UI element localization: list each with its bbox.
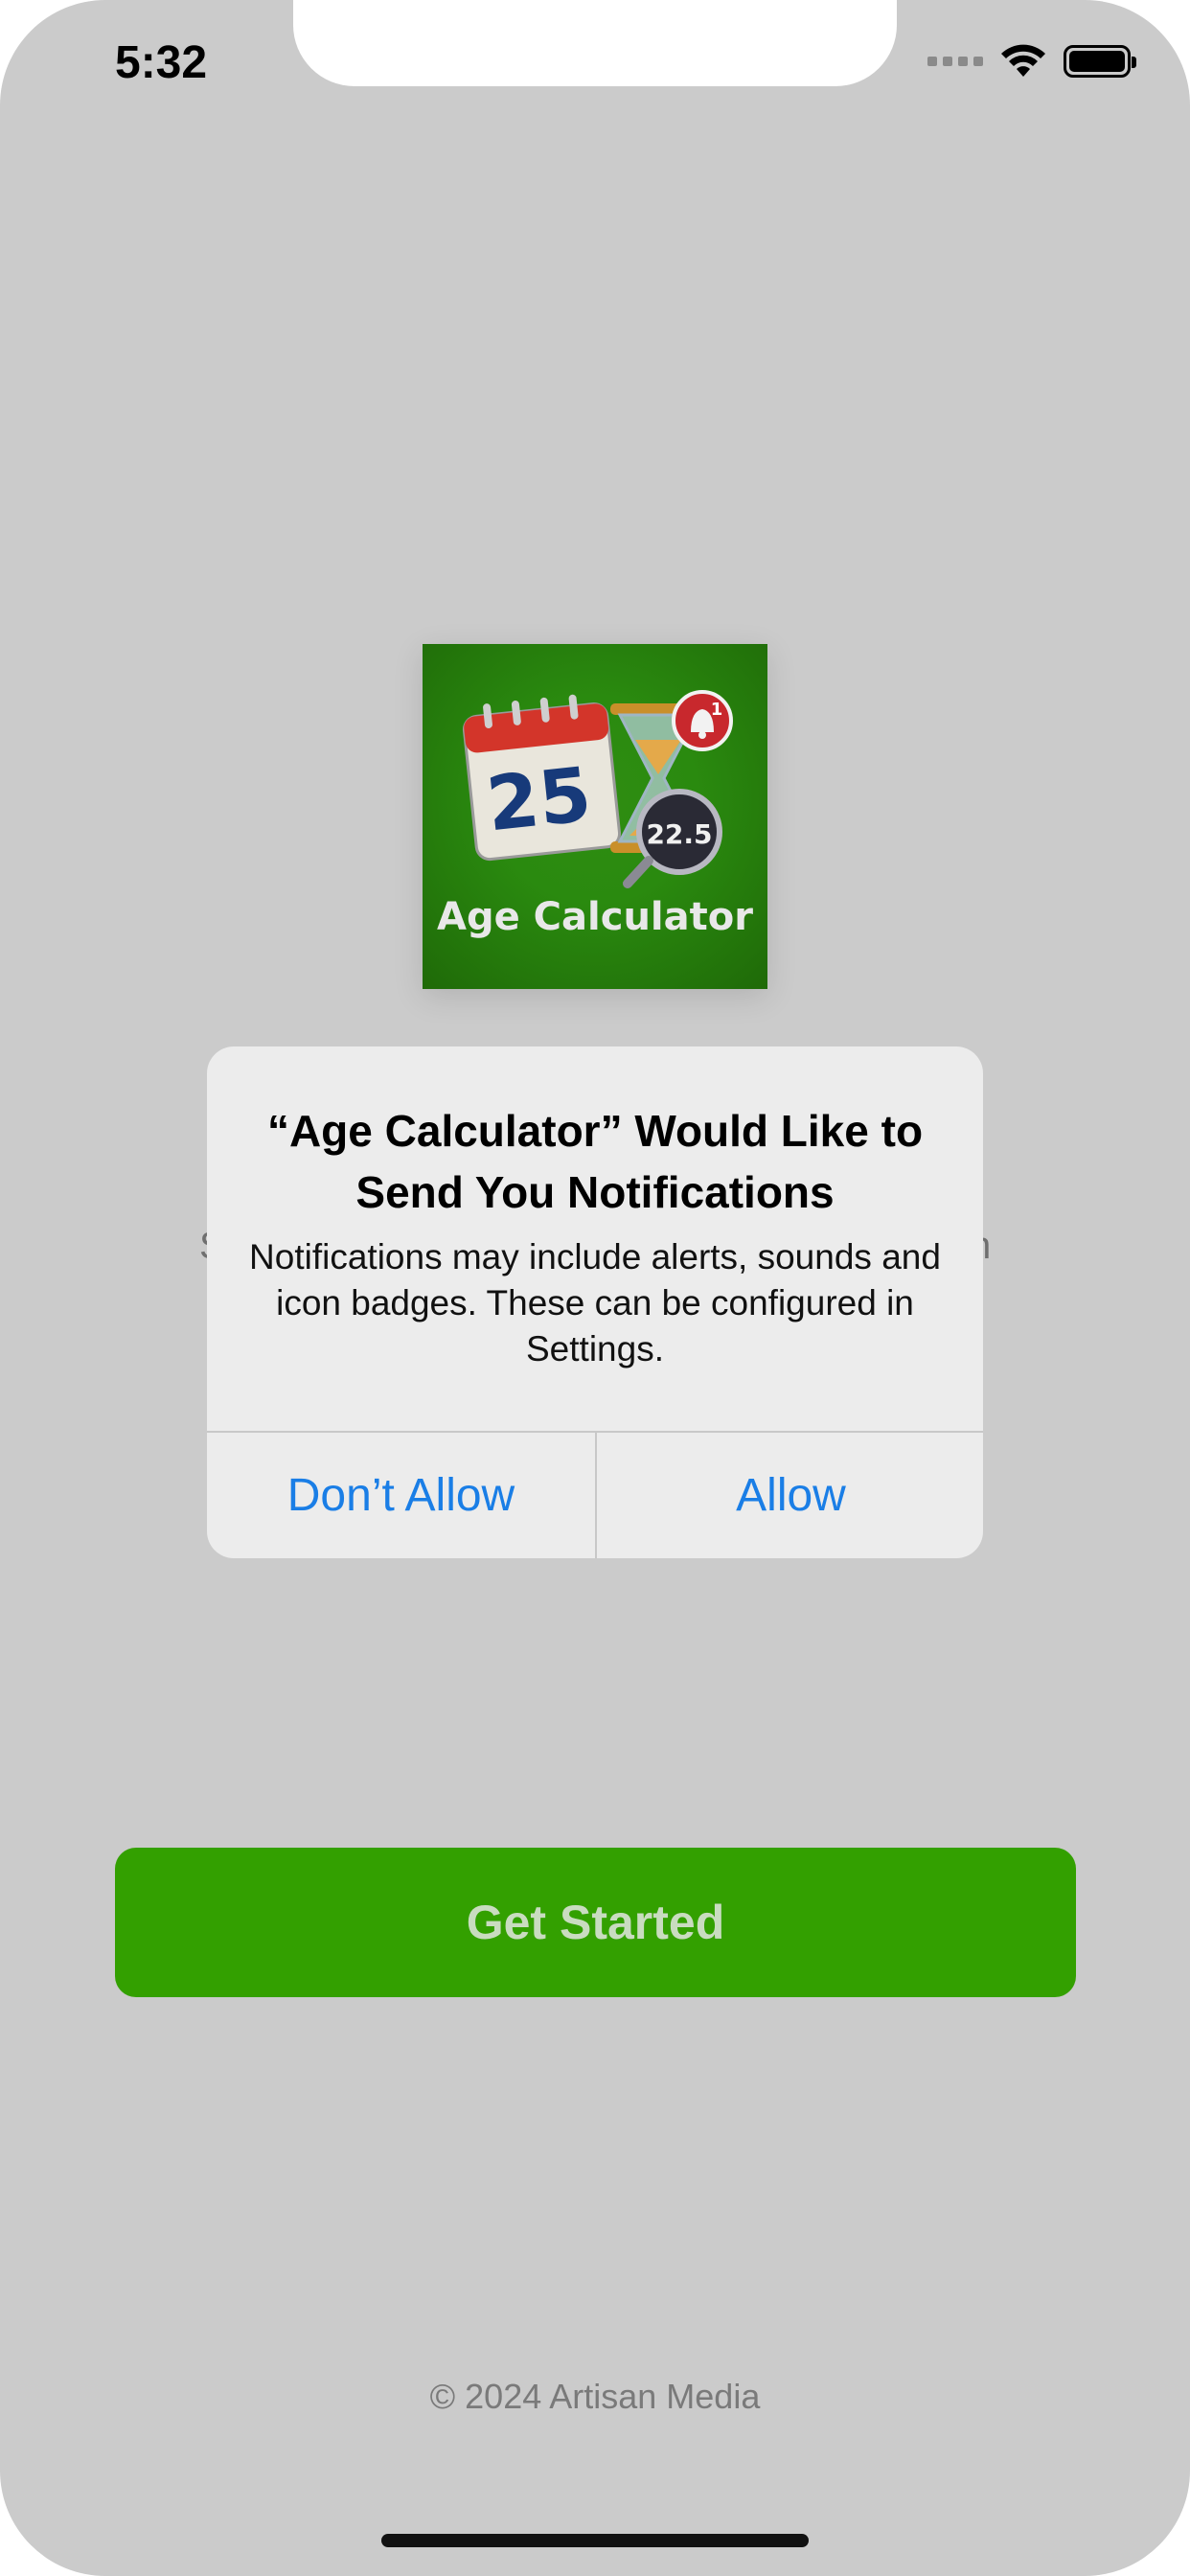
alert-message: Notifications may include alerts, sounds… xyxy=(249,1237,941,1368)
status-icons xyxy=(927,44,1136,79)
home-indicator[interactable] xyxy=(381,2534,809,2547)
dont-allow-button[interactable]: Don’t Allow xyxy=(207,1433,595,1558)
battery-icon xyxy=(1064,45,1136,78)
copyright-text: © 2024 Artisan Media xyxy=(429,2377,761,2416)
notification-permission-alert: “Age Calculator” Would Like to Send You … xyxy=(207,1046,983,1558)
status-time: 5:32 xyxy=(115,37,208,88)
get-started-button[interactable]: Get Started xyxy=(115,1848,1076,1997)
calendar-day-text: 25 xyxy=(483,752,595,849)
wifi-icon xyxy=(1001,44,1045,77)
alert-title: “Age Calculator” Would Like to Send You … xyxy=(266,1106,924,1217)
app-logo: 25 22.5 1 Age Calculator xyxy=(423,644,767,989)
cellular-signal-icon xyxy=(927,57,983,66)
device-notch xyxy=(293,0,897,86)
notification-badge-count: 1 xyxy=(711,700,723,720)
gauge-value-text: 22.5 xyxy=(646,818,712,850)
app-icon-caption: Age Calculator xyxy=(437,895,753,939)
app-screen: 5:32 25 22.5 1 Age Calculator Get Starte… xyxy=(0,0,1190,2576)
allow-button[interactable]: Allow xyxy=(597,1433,983,1558)
